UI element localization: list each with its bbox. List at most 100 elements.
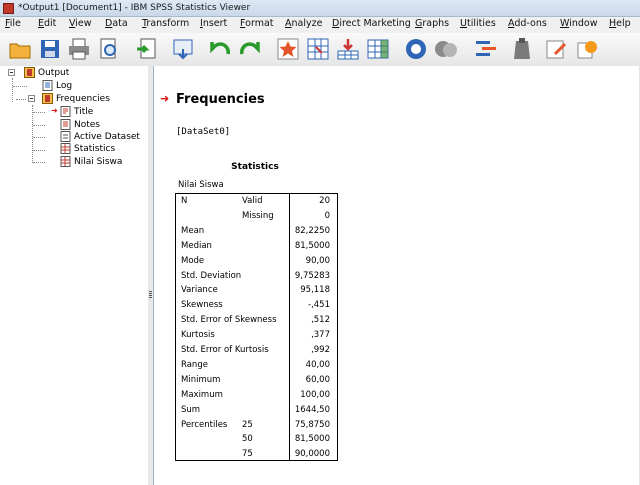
app-icon xyxy=(3,2,14,14)
frequencies-heading[interactable]: Frequencies xyxy=(176,92,265,107)
splitter-grip-icon[interactable] xyxy=(149,291,152,299)
stat-row-value: 9,75283 xyxy=(294,270,330,281)
statistics-table-title[interactable]: Statistics xyxy=(176,162,334,172)
stat-row-value: ,512 xyxy=(311,315,330,326)
log-icon xyxy=(42,80,53,91)
stat-row-sublabel: 25 xyxy=(242,419,253,430)
stat-row-label: Percentiles xyxy=(181,419,228,430)
nilai-siswa-table-icon xyxy=(60,156,71,167)
stat-row-value: 81,5000 xyxy=(294,240,330,251)
menu-file[interactable]: File xyxy=(5,18,21,29)
collapse-frequencies-icon[interactable] xyxy=(28,95,35,102)
circles-icon[interactable] xyxy=(434,37,458,61)
stat-row-value: 95,118 xyxy=(300,285,330,296)
go-to-case-icon[interactable] xyxy=(276,37,300,61)
run-descriptives-icon[interactable] xyxy=(404,37,428,61)
stat-row-label: Std. Error of Kurtosis xyxy=(181,345,269,355)
menu-graphs[interactable]: Graphs xyxy=(415,18,449,29)
stat-row-label: Std. Deviation xyxy=(181,270,242,281)
stat-row-value: 90,0000 xyxy=(294,449,330,460)
stat-row-value: 40,00 xyxy=(305,359,330,370)
dataset-label[interactable]: [DataSet0] xyxy=(176,127,230,137)
outline-frequencies[interactable]: Frequencies xyxy=(42,93,110,104)
stat-row-label: Sum xyxy=(181,404,201,415)
open-icon[interactable] xyxy=(8,37,32,61)
stat-row-value: 60,00 xyxy=(305,374,330,385)
stat-row-label: Std. Error of Skewness xyxy=(181,315,277,326)
variables-icon[interactable] xyxy=(366,37,390,61)
outline-title-label: Title xyxy=(74,106,94,117)
notes-icon xyxy=(60,119,71,130)
tree-line xyxy=(13,86,27,87)
select-cases-icon[interactable] xyxy=(545,37,569,61)
outline-output[interactable]: Output xyxy=(24,67,69,78)
go-to-variable-icon[interactable] xyxy=(306,37,330,61)
menu-transform[interactable]: Transform xyxy=(142,18,189,29)
menu-help[interactable]: Help xyxy=(609,18,631,29)
recall-dialog-icon[interactable] xyxy=(172,37,196,61)
menu-add-ons[interactable]: Add-ons xyxy=(508,18,547,29)
title-doc-icon xyxy=(60,106,71,117)
stat-row-sublabel: 75 xyxy=(242,449,253,460)
tree-line xyxy=(33,112,45,113)
outline-active-dataset[interactable]: Active Dataset xyxy=(60,131,140,142)
tree-line xyxy=(12,78,13,102)
outline-nilai-siswa[interactable]: Nilai Siswa xyxy=(60,156,122,167)
menu-format[interactable]: Format xyxy=(240,18,274,29)
stat-row-value: 75,8750 xyxy=(294,419,330,430)
stat-row-label: Minimum xyxy=(181,374,221,385)
menu-window[interactable]: Window xyxy=(560,18,597,29)
statistics-variable-name: Nilai Siswa xyxy=(178,180,224,190)
stat-row-value: -,451 xyxy=(308,300,330,311)
weight-icon[interactable] xyxy=(510,37,534,61)
stat-row-value: 90,00 xyxy=(305,255,330,266)
stat-row-sublabel: 50 xyxy=(242,434,253,445)
menu-edit[interactable]: Edit xyxy=(38,18,56,29)
save-icon[interactable] xyxy=(38,37,62,61)
stat-row-label: N xyxy=(181,196,188,206)
menu-direct-marketing[interactable]: Direct Marketing xyxy=(332,18,411,29)
outline-log-label: Log xyxy=(56,80,73,91)
tree-line xyxy=(33,150,45,151)
tree-line xyxy=(33,125,45,126)
redo-icon[interactable] xyxy=(238,37,262,61)
stat-row-value: 1644,50 xyxy=(294,404,330,415)
active-dataset-icon xyxy=(60,131,71,142)
outline-notes[interactable]: Notes xyxy=(60,119,100,130)
stat-row-value: 82,2250 xyxy=(294,225,330,236)
stat-row-value: 81,5000 xyxy=(294,434,330,445)
outline-statistics[interactable]: Statistics xyxy=(60,143,115,154)
toolbar xyxy=(0,33,640,67)
outline-frequencies-label: Frequencies xyxy=(56,93,110,104)
tree-line xyxy=(33,162,45,163)
outline-title[interactable]: Title xyxy=(60,106,93,117)
stat-row-sublabel: Missing xyxy=(242,210,274,221)
undo-icon[interactable] xyxy=(208,37,232,61)
stat-row-label: Variance xyxy=(181,285,218,296)
tree-line xyxy=(33,137,45,138)
export-icon[interactable] xyxy=(135,37,159,61)
menu-data[interactable]: Data xyxy=(105,18,128,29)
print-icon[interactable] xyxy=(67,37,91,61)
tree-line xyxy=(32,105,33,163)
menu-analyze[interactable]: Analyze xyxy=(285,18,322,29)
stat-row-value: 100,00 xyxy=(300,389,330,400)
stat-row-label: Mean xyxy=(181,225,205,236)
title-bar: *Output1 [Document1] - IBM SPSS Statisti… xyxy=(0,0,640,17)
window-title: *Output1 [Document1] - IBM SPSS Statisti… xyxy=(18,3,251,13)
output-book-icon xyxy=(24,67,35,78)
outline-nilai-siswa-label: Nilai Siswa xyxy=(74,156,123,167)
menu-insert[interactable]: Insert xyxy=(200,18,227,29)
stat-row-label: Range xyxy=(181,359,208,370)
collapse-output-icon[interactable] xyxy=(8,69,15,76)
insert-cases-icon[interactable] xyxy=(336,37,360,61)
value-labels-icon[interactable] xyxy=(575,37,599,61)
menu-view[interactable]: View xyxy=(69,18,92,29)
outline-statistics-label: Statistics xyxy=(74,143,116,154)
print-preview-icon[interactable] xyxy=(97,37,121,61)
tree-line xyxy=(16,99,26,100)
menu-utilities[interactable]: Utilities xyxy=(460,18,496,29)
split-icon[interactable] xyxy=(474,37,498,61)
stat-row-label: Mode xyxy=(181,255,205,266)
outline-log[interactable]: Log xyxy=(42,80,72,91)
